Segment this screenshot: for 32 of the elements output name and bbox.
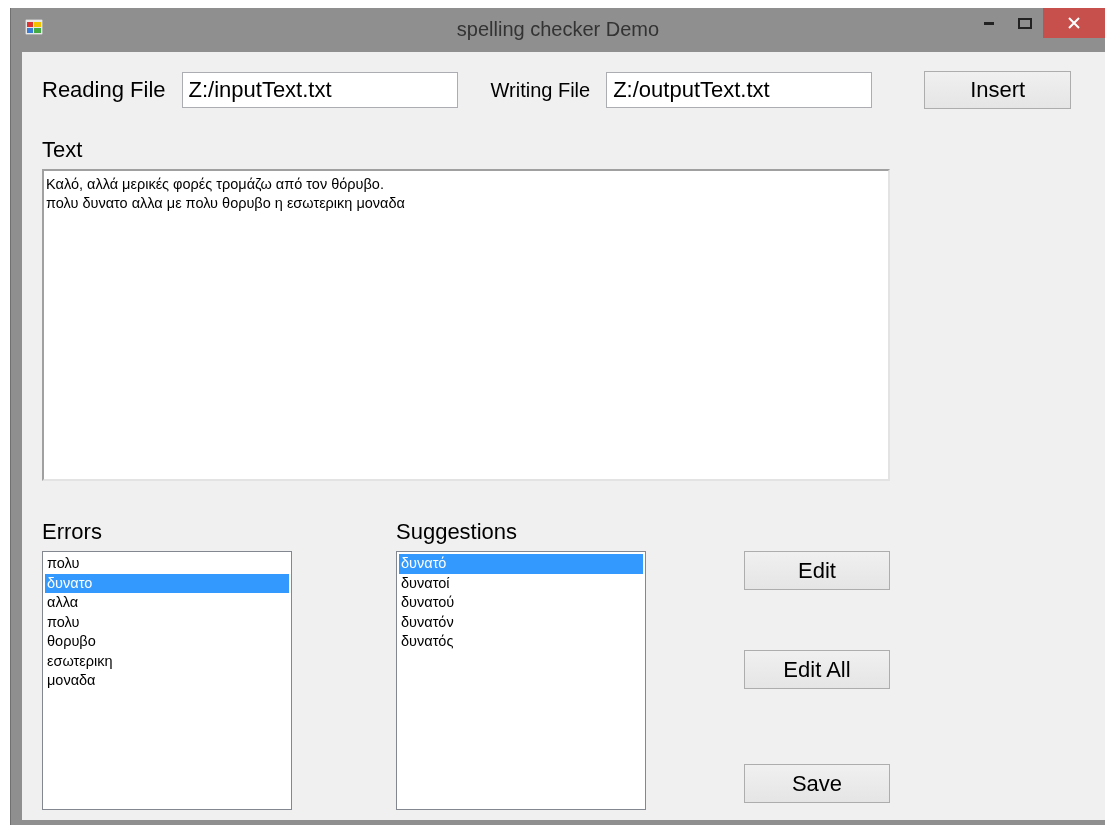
field-label: Writing File xyxy=(490,78,591,102)
list-item[interactable]: πολυ xyxy=(45,554,289,574)
text-line: Καλό, αλλά μερικές φορές τρομάζω από τον θόρυβο. xyxy=(46,175,384,194)
section-label: Suggestions xyxy=(396,519,518,545)
close-icon xyxy=(1068,17,1080,29)
list-item[interactable]: πολυ xyxy=(45,612,289,632)
action-button[interactable]: Save xyxy=(744,764,890,803)
action-button[interactable]: Edit All xyxy=(744,650,890,689)
close-button[interactable] xyxy=(1043,8,1105,38)
list-item[interactable]: εσωτερικη xyxy=(45,651,289,671)
list-item[interactable]: αλλα xyxy=(45,593,289,613)
section-label: Text xyxy=(42,137,83,161)
text-area[interactable]: Καλό, αλλά μερικές φορές τρομάζω από τον θόρυβο. πολυ δυνατο αλλα με πολυ θορυβο η εσωτερικη μοναδα xyxy=(42,169,890,481)
app-icon[interactable] xyxy=(25,19,43,35)
maximize-icon[interactable] xyxy=(1018,17,1032,29)
minimize-icon[interactable] xyxy=(984,21,994,25)
list-item[interactable]: θορυβο xyxy=(45,632,289,652)
list-item[interactable]: μοναδα xyxy=(45,671,289,691)
text-line: πολυ δυνατο αλλα με πολυ θορυβο η εσωτερικη μοναδα xyxy=(46,194,405,213)
field-label: Reading File xyxy=(42,77,166,103)
list-item[interactable]: δυνατόν xyxy=(399,612,643,632)
insert-button[interactable]: Insert xyxy=(924,71,1072,109)
window-title: spelling checker Demo xyxy=(456,18,660,40)
input-field[interactable]: Z:/inputText.txt xyxy=(181,72,458,108)
errors-list[interactable]: πολυ δυνατο αλλα πολυ θορυβο εσωτερικη μοναδα xyxy=(42,551,292,810)
list-item[interactable]: δυνατός xyxy=(399,632,643,652)
list-item[interactable]: δυνατού xyxy=(399,593,643,613)
list-item[interactable]: δυνατοί xyxy=(399,573,643,593)
input-field[interactable]: Z:/outputText.txt xyxy=(606,72,873,108)
suggestions-list[interactable]: δυνατό δυνατοί δυνατού δυνατόν δυνατός xyxy=(396,551,646,810)
action-button[interactable]: Edit xyxy=(744,551,890,590)
section-label: Errors xyxy=(42,519,102,545)
